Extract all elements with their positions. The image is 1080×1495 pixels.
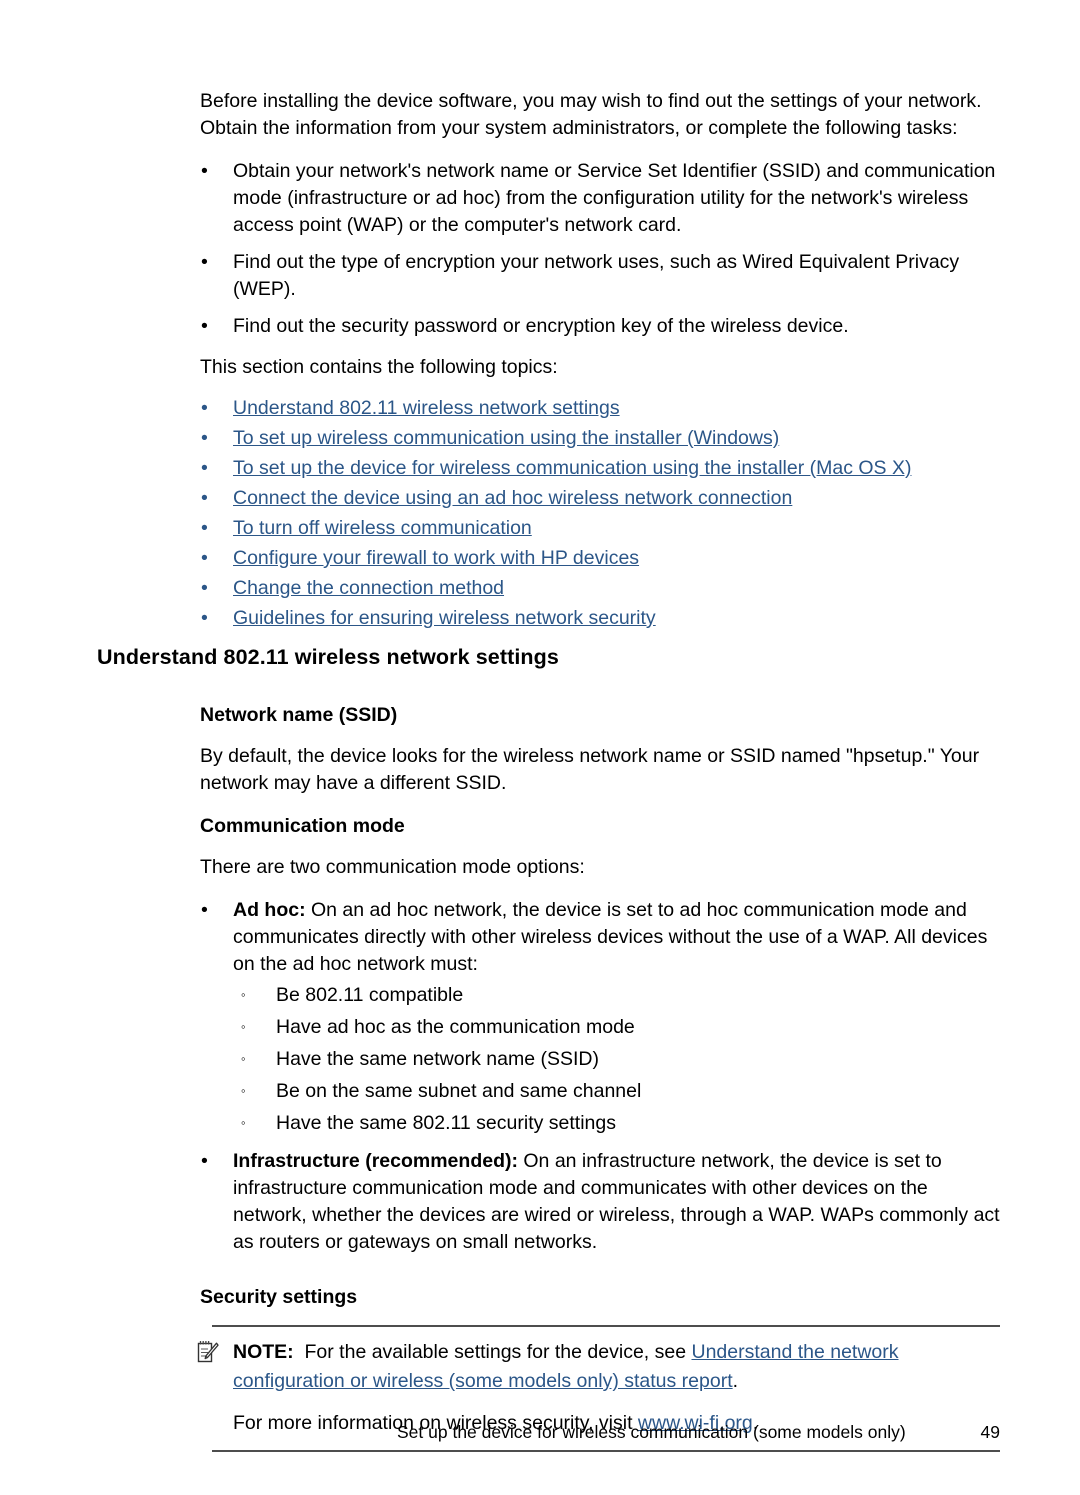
bullet-marker-icon: • [201,899,208,921]
security-settings-heading: Security settings [200,1286,358,1308]
topic-link-wireless-security-guidelines[interactable]: Guidelines for ensuring wireless network… [233,607,656,629]
list-item: ◦ Have the same network name (SSID) [233,1044,1000,1074]
note-text-before-link: For the available settings for the devic… [304,1341,692,1363]
list-item-label: Be on the same subnet and same channel [276,1080,642,1102]
communication-mode-intro: There are two communication mode options… [200,856,585,878]
sub-bullet-marker-icon: ◦ [241,987,246,1002]
list-item-label: Find out the security password or encryp… [233,315,849,337]
list-item: • Understand 802.11 wireless network set… [200,395,1000,422]
list-item: ◦ Have ad hoc as the communication mode [233,1012,1000,1042]
list-item: • Guidelines for ensuring wireless netwo… [200,605,1000,632]
topic-link-turn-off-wireless[interactable]: To turn off wireless communication [233,517,532,539]
list-item: ◦ Be on the same subnet and same channel [233,1076,1000,1106]
bullet-marker-icon: • [201,315,208,337]
list-item: • Ad hoc: On an ad hoc network, the devi… [200,897,1000,1138]
note-label: NOTE: [233,1341,294,1363]
list-item-label: Be 802.11 compatible [276,984,464,1006]
bullet-marker-icon: • [201,1150,208,1172]
topic-link-adhoc-connection[interactable]: Connect the device using an ad hoc wirel… [233,487,792,509]
footer-page-number: 49 [980,1422,1000,1442]
bullet-marker-icon: • [201,457,208,479]
note-text-after-link: . [732,1370,739,1392]
list-item-label: Find out the type of encryption your net… [233,251,960,300]
bullet-marker-icon: • [201,160,208,182]
sub-bullet-marker-icon: ◦ [241,1051,246,1066]
bullet-marker-icon: • [201,607,208,629]
list-item: • Find out the security password or encr… [200,313,1000,340]
infrastructure-label: Infrastructure (recommended): [233,1150,518,1172]
page-content: Before installing the device software, y… [197,88,1000,1452]
topic-link-understand-80211[interactable]: Understand 802.11 wireless network setti… [233,397,620,419]
list-item-label: Have ad hoc as the communication mode [276,1016,635,1038]
list-item: • Find out the type of encryption your n… [200,249,1000,303]
note-paragraph: NOTE: For the available settings for the… [200,1338,1000,1396]
topic-link-list: • Understand 802.11 wireless network set… [200,395,1000,632]
footer-text: Set up the device for wireless communica… [397,1422,906,1442]
topic-link-setup-macosx[interactable]: To set up the device for wireless commun… [233,457,911,479]
list-item: • Infrastructure (recommended): On an in… [200,1148,1000,1256]
topic-link-change-connection-method[interactable]: Change the connection method [233,577,504,599]
page-title: Understand 802.11 wireless network setti… [97,645,559,669]
communication-mode-heading: Communication mode [200,815,405,837]
intro-paragraph: Before installing the device software, y… [200,90,982,139]
bullet-marker-icon: • [201,577,208,599]
ssid-heading: Network name (SSID) [200,704,398,726]
list-item-label: Have the same network name (SSID) [276,1048,599,1070]
list-item: • To set up the device for wireless comm… [200,455,1000,482]
sub-bullet-marker-icon: ◦ [241,1019,246,1034]
ad-hoc-text: On an ad hoc network, the device is set … [233,899,988,975]
list-item-label: Have the same 802.11 security settings [276,1112,616,1134]
ssid-paragraph: By default, the device looks for the wir… [200,745,980,794]
list-item: • Change the connection method [200,575,1000,602]
list-item: • Connect the device using an ad hoc wir… [200,485,1000,512]
list-item: • To turn off wireless communication [200,515,1000,542]
task-bullet-list: • Obtain your network's network name or … [200,158,1000,340]
list-item-label: Obtain your network's network name or Se… [233,160,996,236]
topics-intro: This section contains the following topi… [200,356,558,378]
note-pencil-icon [197,1340,219,1364]
topic-link-setup-windows[interactable]: To set up wireless communication using t… [233,427,779,449]
bullet-marker-icon: • [201,517,208,539]
list-item: ◦ Be 802.11 compatible [233,980,1000,1010]
ad-hoc-requirements-list: ◦ Be 802.11 compatible ◦ Have ad hoc as … [233,980,1000,1138]
ad-hoc-label: Ad hoc: [233,899,306,921]
note-bottom-rule [212,1450,1000,1452]
document-page: Before installing the device software, y… [0,0,1080,1495]
list-item: • To set up wireless communication using… [200,425,1000,452]
bullet-marker-icon: • [201,397,208,419]
list-item: • Configure your firewall to work with H… [200,545,1000,572]
bullet-marker-icon: • [201,547,208,569]
bullet-marker-icon: • [201,487,208,509]
bullet-marker-icon: • [201,427,208,449]
list-item: • Obtain your network's network name or … [200,158,1000,239]
communication-mode-list: • Ad hoc: On an ad hoc network, the devi… [200,897,1000,1256]
bullet-marker-icon: • [201,251,208,273]
list-item: ◦ Have the same 802.11 security settings [233,1108,1000,1138]
topic-link-configure-firewall[interactable]: Configure your firewall to work with HP … [233,547,639,569]
sub-bullet-marker-icon: ◦ [241,1083,246,1098]
sub-bullet-marker-icon: ◦ [241,1115,246,1130]
